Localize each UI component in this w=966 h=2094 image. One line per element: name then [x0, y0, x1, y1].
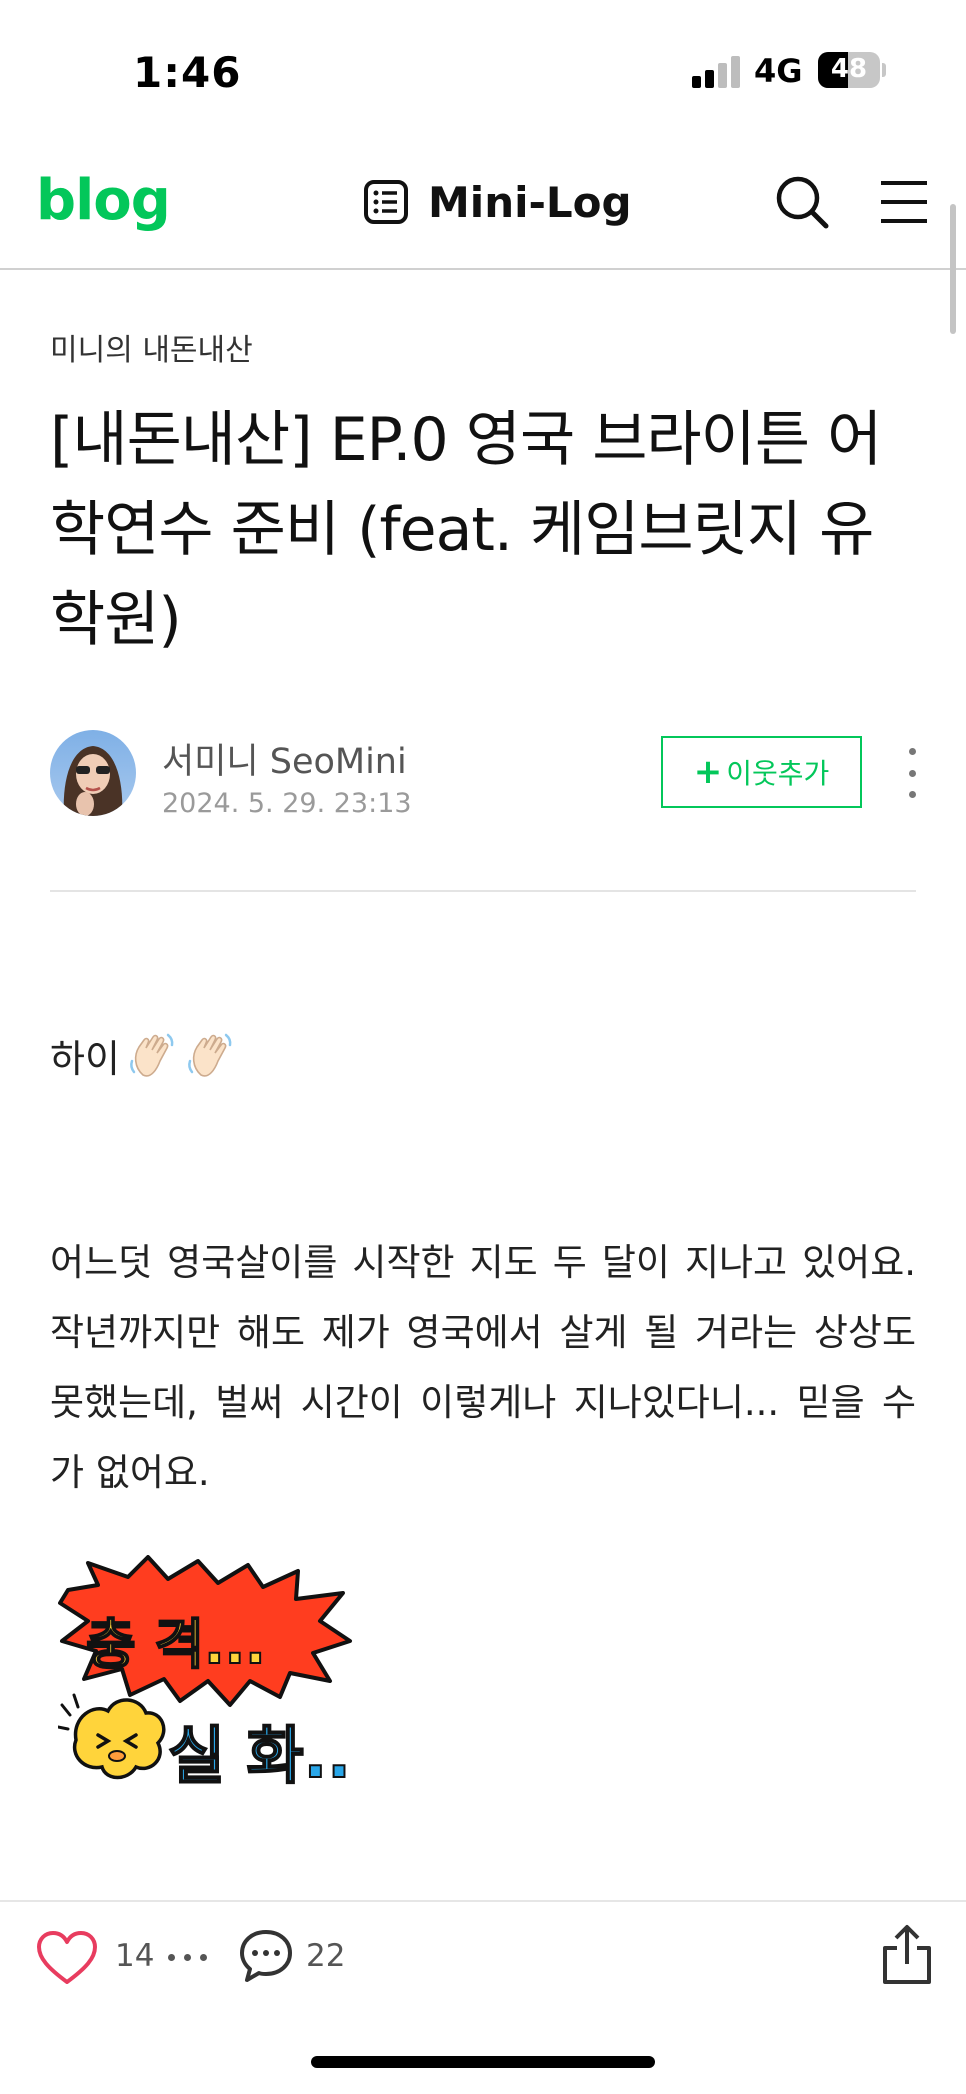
menu-button[interactable] — [872, 170, 936, 234]
chick-icon — [56, 1693, 166, 1780]
sticker-text-shock: 충 격... — [86, 1613, 266, 1676]
sticker-text-real: 실 화.. — [168, 1719, 351, 1792]
search-button[interactable] — [770, 170, 834, 234]
greeting-line: 하이 — [50, 1028, 236, 1083]
post-title: [내돈내산] EP.0 영국 브라이튼 어학연수 준비 (feat. 케임브릿지… — [50, 405, 882, 655]
cellular-signal-icon — [692, 56, 742, 88]
battery-tip — [882, 63, 886, 77]
more-dot — [908, 748, 916, 755]
home-indicator[interactable] — [311, 2056, 655, 2068]
avatar-image — [50, 730, 136, 816]
hamburger-menu-icon — [881, 181, 927, 223]
bottom-action-bar: 14 22 — [0, 1900, 966, 2012]
network-type: 4G — [754, 52, 803, 90]
like-count: 14 — [115, 1938, 155, 1974]
waving-hand-icon — [188, 1033, 232, 1077]
heart-icon[interactable] — [36, 1930, 98, 1986]
comment-count: 22 — [306, 1938, 346, 1974]
post-date: 2024. 5. 29. 23:13 — [162, 788, 412, 819]
more-options-button[interactable] — [894, 748, 930, 798]
share-icon[interactable] — [880, 1924, 934, 1986]
dot — [184, 1954, 191, 1961]
waving-hand-icon — [130, 1033, 174, 1077]
more-dot — [908, 769, 916, 777]
greeting-text: 하이 — [50, 1037, 120, 1081]
status-time: 1:46 — [133, 48, 242, 97]
mini-log-link[interactable]: Mini-Log — [362, 172, 632, 232]
more-dot — [908, 791, 916, 798]
battery-level: 48 — [830, 54, 868, 84]
dot — [200, 1954, 207, 1961]
author-name[interactable]: 서미니 SeoMini — [162, 733, 407, 784]
author-avatar[interactable] — [50, 730, 136, 816]
more-dots-icon[interactable] — [168, 1954, 207, 1961]
search-icon — [776, 176, 829, 229]
post-category[interactable]: 미니의 내돈내산 — [50, 325, 253, 369]
add-neighbor-button[interactable]: + 이웃추가 — [661, 736, 862, 808]
comment-icon[interactable] — [238, 1928, 294, 1984]
add-neighbor-label: 이웃추가 — [726, 757, 830, 790]
shocked-chick-sticker: 충 격... 실 화.. — [56, 1555, 378, 1820]
battery-icon: 48 — [818, 52, 880, 88]
scrollbar[interactable] — [950, 204, 956, 334]
blog-header: blog Mini-Log — [0, 150, 966, 270]
plus-icon: + — [693, 752, 723, 792]
status-bar: 1:46 4G 48 — [0, 0, 966, 130]
divider — [50, 890, 916, 892]
mini-log-title: Mini-Log — [428, 177, 632, 227]
post-paragraph: 어느덧 영국살이를 시작한 지도 두 달이 지나고 있어요. 작년까지만 해도 … — [50, 1241, 916, 1494]
dot — [168, 1954, 175, 1961]
blog-logo[interactable]: blog — [36, 168, 171, 233]
list-icon — [364, 180, 408, 224]
